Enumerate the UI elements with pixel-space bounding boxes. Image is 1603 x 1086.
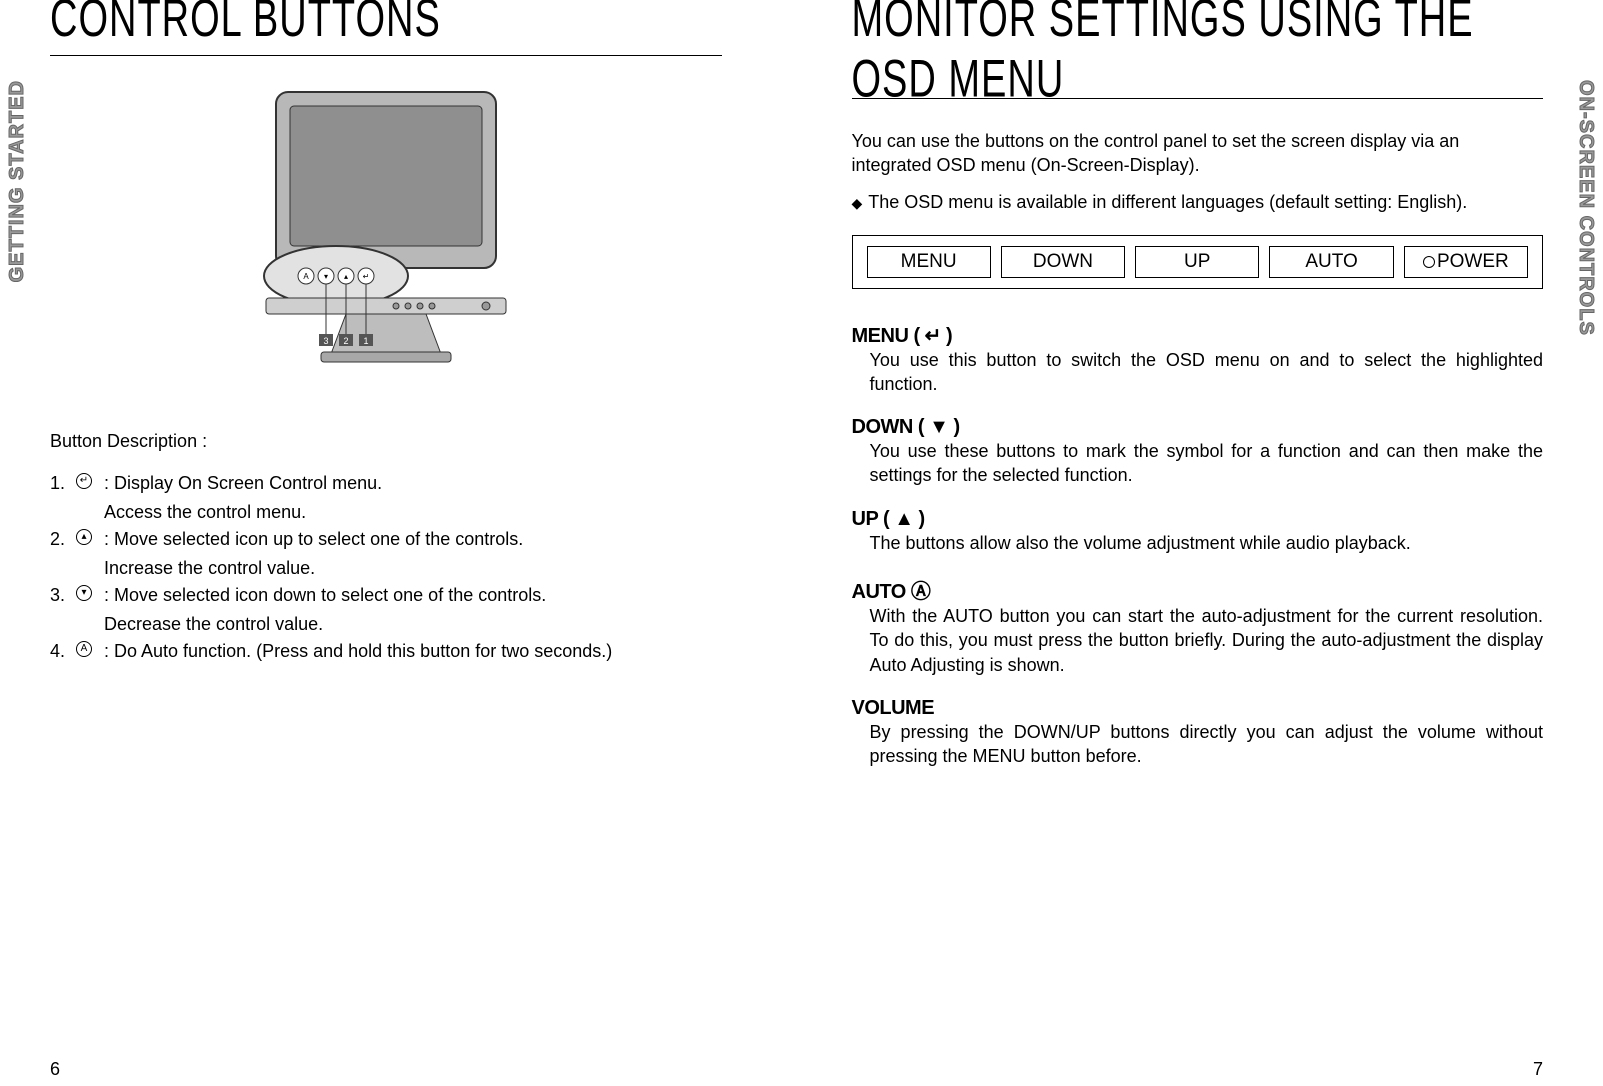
list-num: 2. [50,526,76,553]
up-button: UP [1135,246,1259,278]
term-menu: MENU ( ↵ ) You use this button to switch… [852,323,1544,397]
term-title: MENU ( ↵ ) [852,323,1544,348]
enter-icon: ↵ [76,470,104,497]
list-text: : Display On Screen Control menu. [104,470,722,497]
svg-text:▴: ▴ [344,272,348,281]
term-body: With the AUTO button you can start the a… [852,604,1544,677]
term-body: By pressing the DOWN/UP buttons directly… [852,720,1544,769]
list-num: 1. [50,470,76,497]
list-subtext: Access the control menu. [104,499,722,526]
list-num: 3. [50,582,76,609]
side-tab-osd: ON-SCREEN CONTROLS [1574,80,1597,336]
intro-text: You can use the buttons on the control p… [852,129,1544,178]
list-num: 4. [50,638,76,665]
term-body: You use these buttons to mark the symbol… [852,439,1544,488]
button-description-list: 1. ↵ : Display On Screen Control menu. A… [50,470,722,665]
term-title: UP ( ▲ ) [852,508,1544,531]
button-bar: MENU DOWN UP AUTO POWER [852,235,1544,289]
list-text: : Move selected icon down to select one … [104,582,722,609]
side-tab-getting-started: GETTING STARTED [6,80,29,282]
svg-text:↵: ↵ [362,272,369,281]
svg-text:3: 3 [323,336,328,346]
note-text: ◆The OSD menu is available in different … [852,192,1544,213]
svg-text:A: A [303,272,309,281]
heading-monitor-settings: MONITOR SETTINGS USING THE OSD MENU [852,0,1544,110]
heading-control-buttons: CONTROL BUTTONS [50,0,722,50]
term-volume: VOLUME By pressing the DOWN/UP buttons d… [852,697,1544,769]
down-button: DOWN [1001,246,1125,278]
term-title: VOLUME [852,697,1544,720]
term-title: AUTO Ⓐ [852,575,1544,604]
power-icon [1423,256,1435,268]
button-description-title: Button Description : [50,431,722,452]
svg-text:▾: ▾ [324,272,328,281]
divider [50,55,722,56]
list-subtext: Increase the control value. [104,555,722,582]
down-icon: ▾ [76,582,104,609]
term-body: The buttons allow also the volume adjust… [852,531,1544,555]
up-icon: ▴ [76,526,104,553]
list-subtext: Decrease the control value. [104,611,722,638]
auto-button: AUTO [1269,246,1393,278]
list-text: : Do Auto function. (Press and hold this… [104,638,722,665]
page-number-left: 6 [50,1059,60,1080]
auto-icon: A [76,638,104,665]
svg-text:1: 1 [363,336,368,346]
list-text: : Move selected icon up to select one of… [104,526,722,553]
page-number-right: 7 [1533,1059,1543,1080]
term-body: You use this button to switch the OSD me… [852,348,1544,397]
svg-text:2: 2 [343,336,348,346]
power-button: POWER [1404,246,1528,278]
term-up: UP ( ▲ ) The buttons allow also the volu… [852,508,1544,555]
menu-button: MENU [867,246,991,278]
term-auto: AUTO Ⓐ With the AUTO button you can star… [852,575,1544,677]
monitor-illustration: A ▾ ▴ ↵ 3 2 1 [50,86,722,391]
term-title: DOWN ( ▼ ) [852,416,1544,439]
term-down: DOWN ( ▼ ) You use these buttons to mark… [852,416,1544,488]
